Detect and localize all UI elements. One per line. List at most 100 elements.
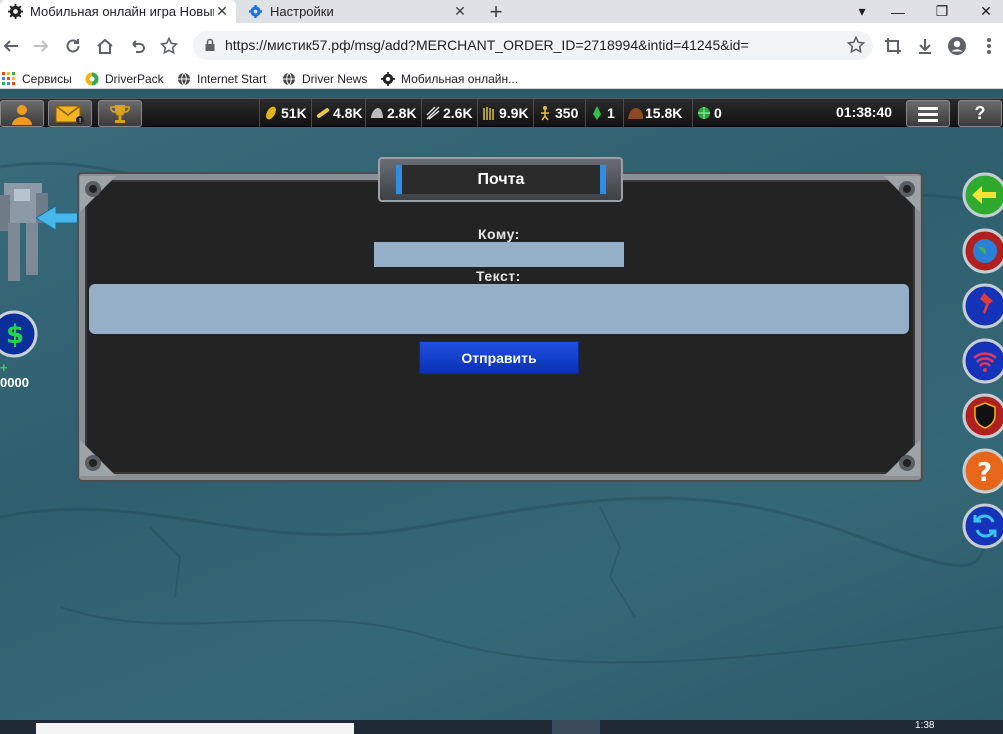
undo-icon[interactable] bbox=[126, 35, 148, 57]
person-icon bbox=[12, 104, 32, 125]
help-circle-button[interactable]: ? bbox=[962, 448, 1003, 494]
maximize-button[interactable]: ❐ bbox=[922, 0, 962, 23]
resource-value: 350 bbox=[555, 105, 579, 121]
gear-favicon-icon bbox=[7, 4, 23, 20]
green-crystal-icon bbox=[589, 105, 605, 121]
robot-unit-icon[interactable] bbox=[0, 175, 52, 295]
resource-value: 4.8K bbox=[333, 105, 363, 121]
close-window-button[interactable]: ✕ bbox=[966, 0, 1003, 23]
taskbar-app[interactable] bbox=[552, 720, 600, 734]
download-icon[interactable] bbox=[914, 35, 936, 57]
minimize-button[interactable]: — bbox=[878, 0, 918, 23]
resource-value: 1 bbox=[607, 105, 615, 121]
defense-button[interactable] bbox=[962, 393, 1003, 439]
home-icon[interactable] bbox=[94, 35, 116, 57]
resource-gold[interactable]: 51K bbox=[259, 99, 307, 127]
refresh-button[interactable] bbox=[962, 503, 1003, 549]
message-textarea[interactable] bbox=[89, 284, 909, 334]
svg-text:!: ! bbox=[79, 117, 82, 125]
map-pin-button[interactable] bbox=[962, 283, 1003, 329]
resource-crystal[interactable]: 1 bbox=[585, 99, 615, 127]
tab-game[interactable]: Мобильная онлайн игра Новый ✕ bbox=[0, 0, 236, 23]
game-hud: ! 51K 4.8K 2.8K 2.6K 9.9K 350 1 15.8K 0 … bbox=[0, 98, 1003, 127]
resource-metal[interactable]: 2.6K bbox=[421, 99, 473, 127]
crop-icon[interactable] bbox=[882, 35, 904, 57]
help-button[interactable]: ? bbox=[958, 100, 1002, 127]
globe-icon bbox=[282, 72, 296, 86]
taskbar-clock: 1:38 bbox=[915, 720, 935, 731]
globe-icon bbox=[962, 228, 1003, 274]
green-arrow-icon bbox=[962, 172, 1003, 218]
hamburger-icon bbox=[918, 106, 938, 122]
tab-search-chevron-icon[interactable]: ▾ bbox=[842, 0, 882, 23]
close-tab-icon[interactable]: ✕ bbox=[452, 3, 468, 20]
lock-icon[interactable] bbox=[203, 38, 217, 52]
bookmark-driver-news[interactable]: Driver News bbox=[282, 70, 367, 87]
resource-soil[interactable]: 15.8K bbox=[623, 99, 682, 127]
svg-text:$: $ bbox=[6, 320, 24, 350]
pin-icon bbox=[962, 283, 1003, 329]
globe-icon bbox=[177, 72, 191, 86]
bookmark-label: Driver News bbox=[302, 71, 368, 86]
taskbar-search[interactable] bbox=[36, 723, 354, 734]
svg-text:?: ? bbox=[977, 458, 992, 488]
resource-wood[interactable]: 4.8K bbox=[311, 99, 363, 127]
bookmark-label: DriverPack bbox=[105, 71, 164, 86]
achievements-button[interactable] bbox=[98, 100, 142, 127]
resource-population[interactable]: 350 bbox=[533, 99, 578, 127]
bookmark-services[interactable]: Сервисы bbox=[2, 70, 72, 87]
resource-value: 15.8K bbox=[645, 105, 683, 121]
resource-value: 2.8K bbox=[387, 105, 417, 121]
resource-stone[interactable]: 2.8K bbox=[365, 99, 417, 127]
resource-gems[interactable]: 0 bbox=[692, 99, 722, 127]
profile-icon[interactable] bbox=[946, 35, 968, 57]
menu-kebab-icon[interactable] bbox=[978, 35, 1000, 57]
mail-button[interactable]: ! bbox=[48, 100, 92, 127]
recipient-input[interactable] bbox=[374, 242, 624, 267]
address-bar[interactable]: https://мистик57.рф/msg/add?MERCHANT_ORD… bbox=[193, 31, 873, 60]
driverpack-icon bbox=[85, 72, 99, 86]
reload-icon[interactable] bbox=[62, 35, 84, 57]
profile-button[interactable] bbox=[0, 100, 44, 127]
screen: Мобильная онлайн игра Новый ✕ Настройки … bbox=[0, 0, 1003, 734]
back-arrow-icon[interactable] bbox=[0, 35, 22, 57]
menu-button[interactable] bbox=[906, 100, 950, 127]
new-tab-button[interactable]: + bbox=[484, 0, 508, 24]
dollar-icon[interactable]: $ bbox=[0, 310, 38, 358]
gear-corner-icon bbox=[80, 440, 116, 476]
pointer-arrow-icon bbox=[36, 205, 84, 231]
close-tab-icon[interactable]: ✕ bbox=[214, 3, 230, 20]
settings-favicon-icon bbox=[247, 4, 263, 20]
send-button[interactable]: Отправить bbox=[419, 341, 579, 374]
os-taskbar: 1:38 bbox=[0, 720, 1003, 734]
gear-corner-icon bbox=[884, 440, 920, 476]
back-button[interactable] bbox=[962, 172, 1003, 218]
apps-grid-icon bbox=[2, 71, 16, 86]
bookmark-game[interactable]: Мобильная онлайн... bbox=[381, 70, 518, 87]
money-counter: 0000 bbox=[0, 375, 29, 390]
wifi-button[interactable] bbox=[962, 338, 1003, 384]
gem-icon bbox=[696, 105, 712, 121]
gear-corner-icon bbox=[80, 176, 116, 212]
to-label: Кому: bbox=[478, 226, 520, 242]
bookmark-star-icon[interactable] bbox=[158, 35, 180, 57]
resource-crop[interactable]: 9.9K bbox=[477, 99, 529, 127]
star-icon[interactable] bbox=[846, 35, 866, 54]
envelope-icon: ! bbox=[55, 104, 84, 125]
tab-settings[interactable]: Настройки ✕ bbox=[240, 0, 474, 23]
resource-value: 0 bbox=[714, 105, 722, 121]
forward-arrow-icon[interactable] bbox=[30, 35, 52, 57]
trophy-icon bbox=[110, 104, 130, 123]
bookmark-label: Сервисы bbox=[22, 71, 72, 86]
bookmarks-bar: Сервисы DriverPack Internet Start Driver… bbox=[0, 68, 1003, 89]
bookmark-driverpack[interactable]: DriverPack bbox=[85, 70, 164, 87]
world-map-button[interactable] bbox=[962, 228, 1003, 274]
resource-value: 9.9K bbox=[499, 105, 529, 121]
mail-title: Почта bbox=[396, 165, 606, 194]
stone-icon bbox=[369, 105, 385, 121]
mail-title-frame: Почта bbox=[378, 157, 623, 202]
bookmark-label: Internet Start bbox=[197, 71, 267, 86]
tab-strip: Мобильная онлайн игра Новый ✕ Настройки … bbox=[0, 0, 1003, 24]
bookmark-internet-start[interactable]: Internet Start bbox=[177, 70, 266, 87]
gold-coin-icon bbox=[263, 105, 279, 121]
